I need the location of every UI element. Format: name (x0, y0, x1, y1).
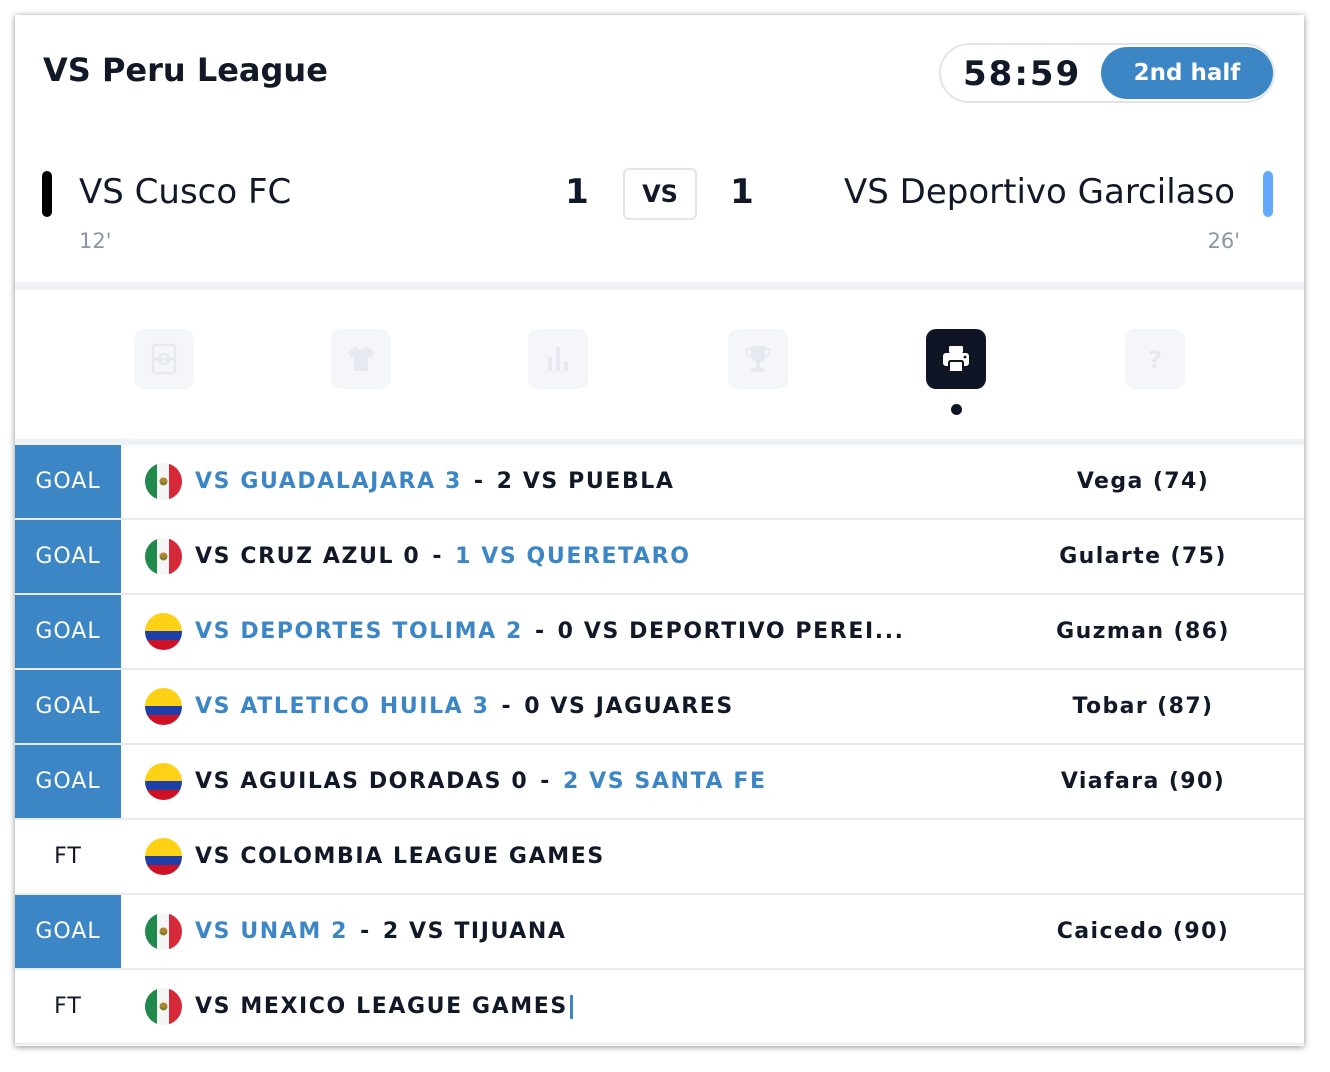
home-team-name: VS Cusco FC (79, 172, 292, 212)
home-team-color-bar (42, 171, 52, 217)
match-result: VS DEPORTES TOLIMA 2-0 VS DEPORTIVO PERE… (195, 595, 905, 668)
svg-text:?: ? (1148, 346, 1162, 374)
goal-tag: GOAL (15, 670, 121, 743)
live-feed: GOAL VS GUADALAJARA 3-2 VS PUEBLA Vega (74… (15, 445, 1304, 1045)
away-result: 2 VS PUEBLA (496, 469, 675, 494)
printer-icon (943, 346, 969, 373)
mexico-flag-icon (145, 463, 182, 500)
active-tab-indicator (951, 404, 962, 415)
goal-scorer: Guzman (86) (1056, 619, 1230, 644)
trophy-icon (744, 346, 772, 372)
league-games-label: VS COLOMBIA LEAGUE GAMES (195, 820, 605, 893)
tab-lineups[interactable] (331, 329, 391, 389)
league-games-title: VS COLOMBIA LEAGUE GAMES (195, 844, 605, 869)
match-header: VS Peru League 58:59 2nd half VS Cusco F… (15, 15, 1304, 285)
goal-tag: GOAL (15, 595, 121, 668)
pitch-icon (151, 343, 177, 375)
text-caret (569, 995, 573, 1019)
view-tabs: ? (15, 290, 1304, 440)
match-card: VS Peru League 58:59 2nd half VS Cusco F… (15, 15, 1304, 1046)
score-separator: - (534, 619, 546, 644)
colombia-flag-icon (145, 838, 182, 875)
mexico-flag-icon (145, 913, 182, 950)
goal-scorer: Viafara (90) (1060, 769, 1226, 794)
match-clock: 58:59 2nd half (939, 43, 1275, 103)
tab-stats[interactable] (528, 329, 588, 389)
full-time-tag: FT (15, 970, 121, 1043)
home-result: VS DEPORTES TOLIMA 2 (195, 619, 523, 644)
goal-scorer: Gularte (75) (1059, 544, 1227, 569)
away-goal-minute: 26' (1207, 229, 1241, 253)
stats-icon (548, 347, 568, 371)
match-result: VS UNAM 2-2 VS TIJUANA (195, 895, 567, 968)
score-separator: - (432, 544, 444, 569)
feed-row[interactable]: GOAL VS GUADALAJARA 3-2 VS PUEBLA Vega (74… (15, 445, 1304, 520)
match-result: VS AGUILAS DORADAS 0-2 VS SANTA FE (195, 745, 767, 818)
away-result: 2 VS TIJUANA (382, 919, 567, 944)
match-result: VS ATLETICO HUILA 3-0 VS JAGUARES (195, 670, 734, 743)
colombia-flag-icon (145, 763, 182, 800)
feed-row[interactable]: FT VS MEXICO LEAGUE GAMES (15, 970, 1304, 1045)
tab-help[interactable]: ? (1125, 329, 1185, 389)
league-games-title: VS MEXICO LEAGUE GAMES (195, 994, 568, 1019)
mexico-flag-icon (145, 538, 182, 575)
tab-standings[interactable] (728, 329, 788, 389)
away-result: 0 VS JAGUARES (524, 694, 734, 719)
home-result: VS AGUILAS DORADAS 0 (195, 769, 529, 794)
league-games-label: VS MEXICO LEAGUE GAMES (195, 970, 573, 1043)
home-result: VS ATLETICO HUILA 3 (195, 694, 490, 719)
question-icon: ? (1148, 346, 1162, 374)
home-result: VS CRUZ AZUL 0 (195, 544, 421, 569)
full-time-tag: FT (15, 820, 121, 893)
goal-tag: GOAL (15, 895, 121, 968)
away-result: 2 VS SANTA FE (562, 769, 767, 794)
away-score: 1 (730, 172, 754, 212)
vs-label: VS (623, 168, 697, 220)
mexico-flag-icon (145, 988, 182, 1025)
feed-row[interactable]: GOAL VS CRUZ AZUL 0-1 VS QUERETARO Gularte… (15, 520, 1304, 595)
league-title: VS Peru League (43, 51, 328, 89)
away-team-name: VS Deportivo Garcilaso (844, 172, 1235, 212)
divider (15, 282, 1304, 290)
jersey-icon (348, 347, 374, 371)
period-badge: 2nd half (1101, 47, 1273, 99)
score-separator: - (501, 694, 513, 719)
colombia-flag-icon (145, 613, 182, 650)
goal-tag: GOAL (15, 445, 121, 518)
feed-row[interactable]: GOAL VS AGUILAS DORADAS 0-2 VS SANTA FE Vi… (15, 745, 1304, 820)
tab-pitch[interactable] (134, 329, 194, 389)
goal-tag: GOAL (15, 745, 121, 818)
home-result: VS UNAM 2 (195, 919, 349, 944)
colombia-flag-icon (145, 688, 182, 725)
feed-row[interactable]: GOAL VS UNAM 2-2 VS TIJUANA Caicedo (90) (15, 895, 1304, 970)
feed-row[interactable]: GOAL VS ATLETICO HUILA 3-0 VS JAGUARES Tob… (15, 670, 1304, 745)
home-score: 1 (565, 172, 589, 212)
away-team-color-bar (1263, 171, 1273, 217)
score-separator: - (540, 769, 551, 794)
goal-scorer: Vega (74) (1076, 469, 1210, 494)
tab-print[interactable] (926, 329, 986, 389)
away-result: 1 VS QUERETARO (455, 544, 691, 569)
away-result: 0 VS DEPORTIVO PEREI... (557, 619, 905, 644)
match-result: VS CRUZ AZUL 0-1 VS QUERETARO (195, 520, 691, 593)
goal-scorer: Caicedo (90) (1056, 919, 1230, 944)
score-separator: - (473, 469, 485, 494)
clock-time: 58:59 (963, 54, 1082, 94)
goal-scorer: Tobar (87) (1072, 694, 1214, 719)
feed-row[interactable]: FT VS COLOMBIA LEAGUE GAMES (15, 820, 1304, 895)
feed-row[interactable]: GOAL VS DEPORTES TOLIMA 2-0 VS DEPORTIVO … (15, 595, 1304, 670)
score-separator: - (360, 919, 371, 944)
home-result: VS GUADALAJARA 3 (195, 469, 462, 494)
match-result: VS GUADALAJARA 3-2 VS PUEBLA (195, 445, 675, 518)
goal-tag: GOAL (15, 520, 121, 593)
home-goal-minute: 12' (79, 229, 112, 253)
